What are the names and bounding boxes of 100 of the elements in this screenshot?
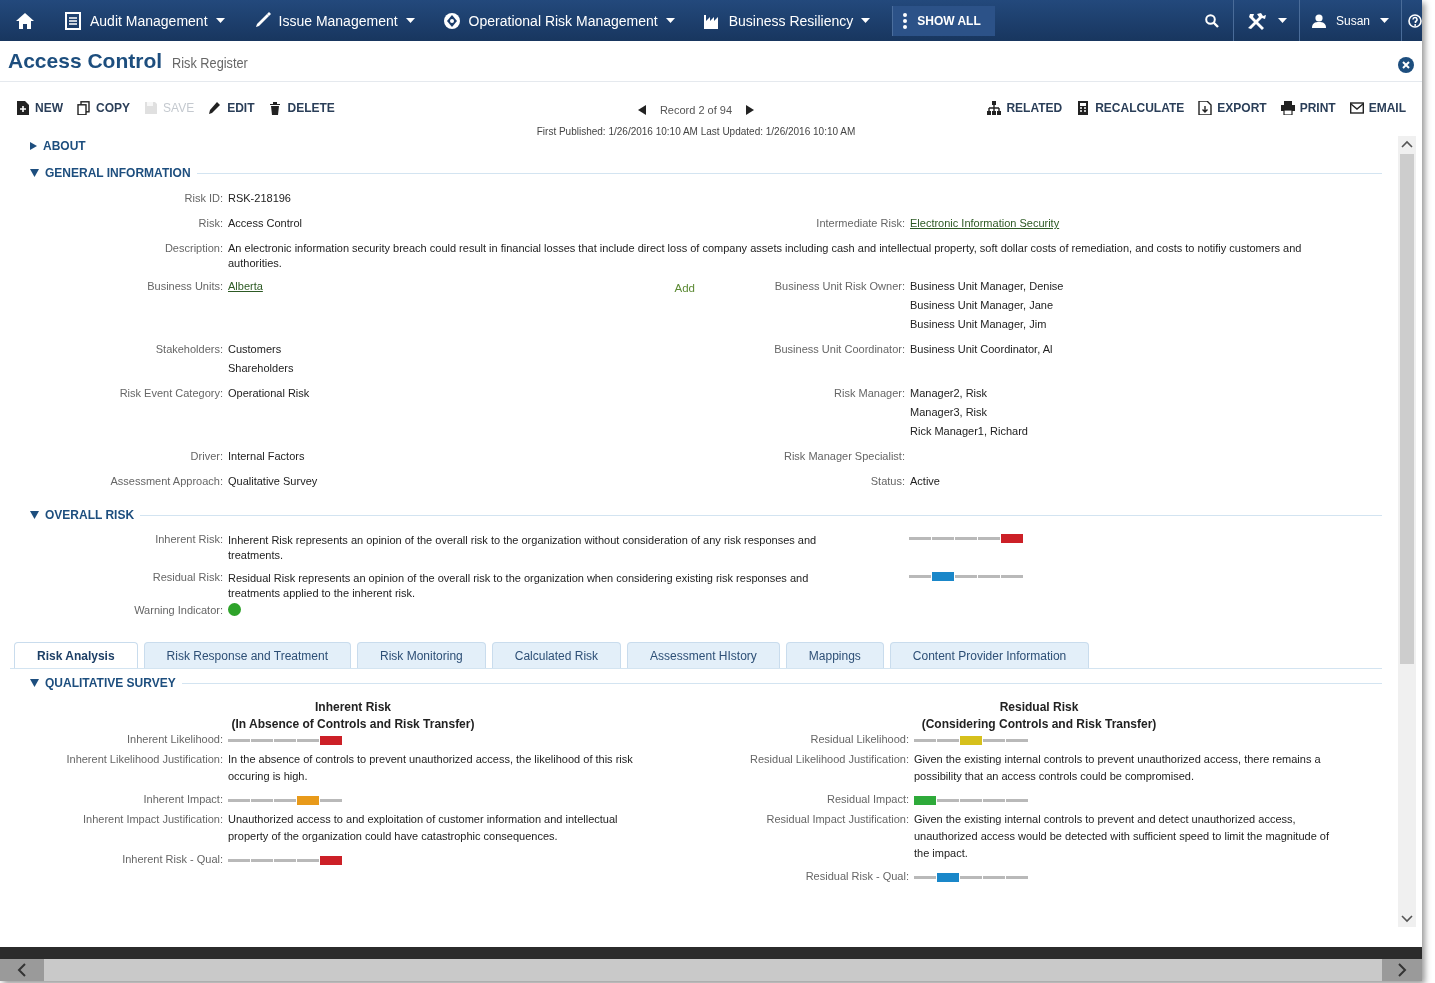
field-value: Residual Risk represents an opinion of the overall risk to the organization when considering existing risk responses and treatments applied to the inherent risk.: [227, 571, 810, 601]
field-value: RSK-218196: [228, 191, 291, 206]
column-subheading: (In Absence of Controls and Risk Transfer): [230, 716, 476, 733]
expanded-triangle-icon[interactable]: [30, 679, 39, 687]
field-label: Residual Impact:: [826, 793, 909, 805]
field-value: Active: [910, 474, 940, 489]
field-value: Rick Manager1, Richard: [910, 424, 1028, 439]
printer-icon: [1280, 101, 1295, 115]
field-label: Risk ID:: [183, 191, 223, 206]
caret-icon[interactable]: [405, 18, 415, 23]
calculator-icon: [1076, 101, 1091, 115]
field-label: Inherent Likelihood:: [126, 733, 223, 745]
document-icon: [16, 101, 30, 115]
caret-icon[interactable]: [1380, 18, 1389, 23]
chevron-left-icon[interactable]: [17, 963, 27, 977]
field-link[interactable]: Electronic Information Security: [910, 214, 1060, 233]
next-arrow-icon[interactable]: [746, 105, 755, 115]
expanded-triangle-icon[interactable]: [30, 511, 39, 519]
help-icon[interactable]: [1408, 13, 1422, 28]
column-heading: Inherent Risk: [314, 699, 392, 716]
field-label: Risk:: [197, 216, 223, 231]
section-header[interactable]: GENERAL INFORMATION: [45, 166, 191, 180]
column-subheading: (Considering Controls and Risk Transfer): [920, 716, 1158, 733]
tab[interactable]: Mappings: [785, 642, 884, 668]
add-link[interactable]: Add: [674, 277, 695, 334]
caret-icon[interactable]: [665, 18, 675, 23]
field-label: Assessment Approach:: [109, 474, 223, 489]
field-value: In the absence of controls to prevent unauthorized access, the likelihood of this risk occuring is high.: [227, 752, 634, 784]
toolbar-button[interactable]: PRINT: [1280, 101, 1336, 115]
field-label: Residual Likelihood Justification:: [749, 752, 909, 767]
user-icon[interactable]: [1311, 13, 1326, 28]
toolbar-button[interactable]: RECALCULATE: [1076, 101, 1185, 115]
chevron-right-icon[interactable]: [1397, 963, 1407, 977]
field-label: Inherent Impact Justification:: [82, 812, 223, 827]
expanded-triangle-icon[interactable]: [30, 169, 39, 177]
horizontal-scrollbar[interactable]: [0, 959, 1422, 981]
chevron-down-icon[interactable]: [1401, 915, 1413, 923]
close-icon[interactable]: [1398, 57, 1414, 73]
toolbar-button[interactable]: NEW: [16, 101, 63, 115]
field-value: Given the existing internal controls to prevent unauthorized access, there remains a possibility that an access controls could be compromised.: [913, 752, 1322, 784]
caret-icon[interactable]: [215, 18, 225, 23]
caret-icon[interactable]: [861, 18, 871, 23]
field-value: An electronic information security breach could result in financial losses that include direct loss of company assets including cash and intellectual property, soft dollar costs of remediation, and costs to notifiy customers and authorities.: [228, 241, 1302, 271]
section-header[interactable]: OVERALL RISK: [45, 508, 135, 522]
field-value: Manager2, Risk: [910, 386, 988, 401]
field-label: Residual Risk - Qual:: [804, 870, 909, 882]
field-label: Risk Manager Specialist:: [782, 449, 905, 464]
export-icon: [1198, 101, 1213, 115]
trash-can-icon: [268, 101, 283, 115]
field-label: Risk Manager:: [833, 386, 905, 401]
hierarchy-icon: [987, 101, 1002, 115]
copy-icon: [77, 101, 91, 115]
field-link[interactable]: Alberta: [228, 277, 263, 296]
toolbar-button[interactable]: RELATED: [987, 101, 1063, 115]
field-value: Inherent Risk represents an opinion of the overall risk to the organization without consideration of any risk responses and treatments.: [227, 533, 818, 563]
field-label: Business Units:: [146, 279, 223, 294]
field-label: Residual Likelihood:: [809, 733, 909, 745]
collapsed-triangle-icon[interactable]: [30, 142, 37, 150]
section-header[interactable]: ABOUT: [43, 139, 86, 153]
field-value: Operational Risk: [228, 386, 310, 401]
compass-icon[interactable]: [442, 11, 461, 30]
nav-menu-item[interactable]: Audit Management: [90, 12, 208, 29]
publication-info: First Published: 1/26/2016 10:10 AM Last Updated: 1/26/2016 10:10 AM: [535, 126, 857, 138]
toolbar-button[interactable]: EDIT: [208, 101, 255, 115]
field-label: Residual Risk:: [151, 571, 223, 583]
field-label: Inherent Likelihood Justification:: [65, 752, 223, 767]
toolbar-button[interactable]: EXPORT: [1198, 101, 1267, 115]
previous-arrow-icon[interactable]: [637, 105, 646, 115]
tab[interactable]: Risk Analysis: [14, 642, 138, 668]
field-value: Customers: [228, 342, 282, 357]
toolbar-button[interactable]: DELETE: [268, 101, 335, 115]
nav-menu-item[interactable]: Operational Risk Management: [468, 12, 658, 29]
tab[interactable]: Risk Monitoring: [357, 642, 486, 668]
section-header[interactable]: QUALITATIVE SURVEY: [45, 676, 176, 690]
tab[interactable]: Assessment HIstory: [627, 642, 780, 668]
vertical-scrollbar[interactable]: [1398, 136, 1416, 927]
field-label: Business Unit Coordinator:: [773, 342, 905, 357]
tab[interactable]: Calculated Risk: [491, 642, 622, 668]
field-label: Business Unit Risk Owner:: [773, 279, 905, 294]
search-icon[interactable]: [1204, 13, 1219, 28]
toolbar-button[interactable]: EMAIL: [1349, 101, 1406, 115]
tab[interactable]: Risk Response and Treatment: [143, 642, 352, 668]
chevron-up-icon[interactable]: [1401, 140, 1413, 148]
vertical-dots-icon[interactable]: [903, 12, 908, 29]
field-label: Risk Event Category:: [118, 386, 223, 401]
document-icon[interactable]: [64, 11, 82, 30]
home-icon[interactable]: [16, 12, 34, 29]
toolbar-button[interactable]: COPY: [77, 101, 130, 115]
field-value: Unauthorized access to and exploitation of customer information and intellectual property of the organization could have catastrophic consequences.: [227, 812, 619, 844]
nav-menu-item[interactable]: Issue Management: [278, 12, 398, 29]
field-label: Inherent Risk - Qual:: [121, 853, 223, 865]
field-value: Business Unit Manager, Jim: [910, 317, 1047, 332]
record-counter: Record 2 of 94: [659, 104, 733, 116]
tab[interactable]: Content Provider Information: [889, 642, 1090, 668]
caret-icon[interactable]: [1277, 18, 1287, 23]
nav-menu-item[interactable]: Business Resiliency: [728, 12, 854, 29]
field-label: Status:: [869, 474, 905, 489]
field-value: Manager3, Risk: [910, 405, 988, 420]
pencil-icon: [208, 101, 223, 115]
user-menu[interactable]: Susan: [1335, 13, 1370, 28]
